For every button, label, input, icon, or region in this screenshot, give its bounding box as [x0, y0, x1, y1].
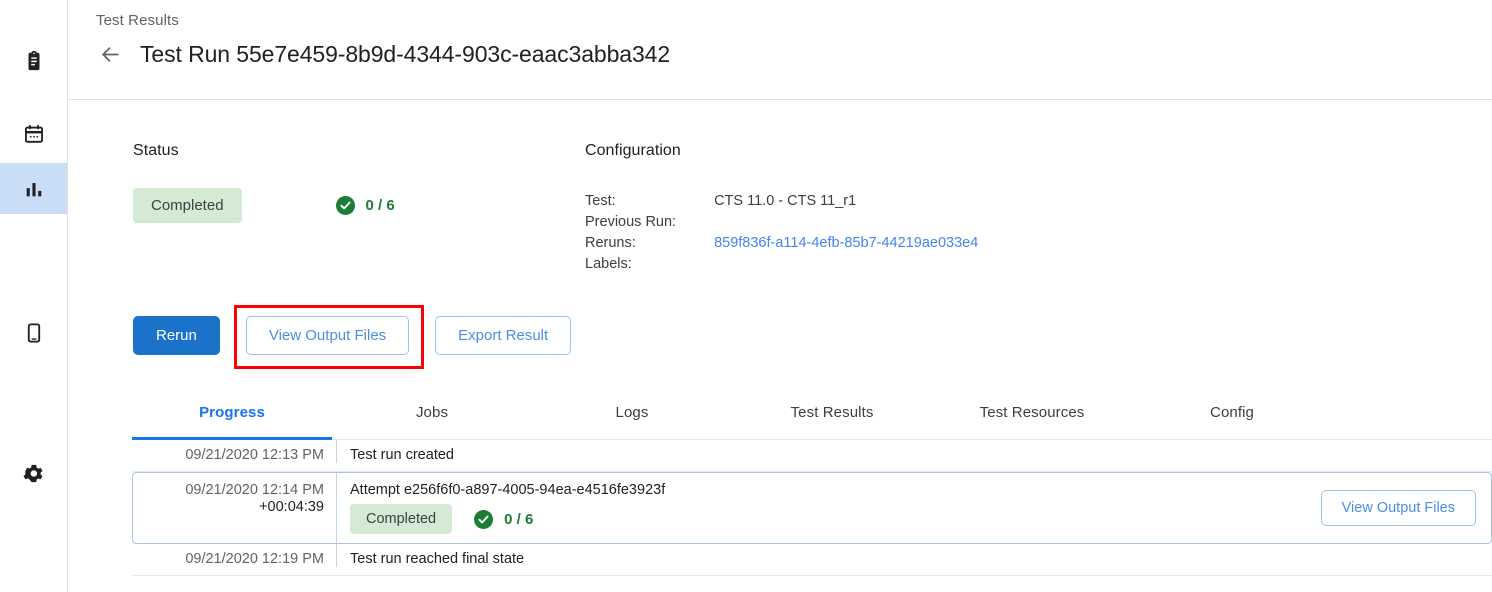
status-badge: Completed [133, 188, 242, 223]
status-count: 0 / 6 [366, 197, 395, 214]
status-count-group: 0 / 6 [336, 196, 395, 215]
config-row-previous-run: Previous Run: [585, 213, 978, 234]
export-result-button[interactable]: Export Result [435, 316, 571, 355]
status-heading: Status [133, 142, 179, 160]
attempt-status-row: Completed 0 / 6 [350, 504, 1321, 534]
sidebar-item-settings[interactable] [0, 448, 67, 499]
progress-timeline: 09/21/2020 12:13 PM Test run created 09/… [132, 440, 1492, 576]
configuration-heading: Configuration [585, 142, 681, 160]
tab-progress[interactable]: Progress [132, 396, 332, 440]
page-content: Status Completed 0 / 6 Configuration [68, 100, 1492, 592]
tab-logs[interactable]: Logs [532, 396, 732, 439]
bar-chart-icon [23, 178, 45, 200]
tab-test-results[interactable]: Test Results [732, 396, 932, 439]
config-value [714, 255, 978, 276]
breadcrumb[interactable]: Test Results [96, 12, 179, 29]
phone-icon [23, 322, 45, 344]
arrow-left-icon[interactable] [96, 40, 124, 68]
config-key: Labels: [585, 255, 714, 276]
timeline-date-value: 09/21/2020 12:14 PM [185, 482, 324, 498]
timeline-date: 09/21/2020 12:14 PM +00:04:39 [133, 473, 337, 543]
config-key: Reruns: [585, 234, 714, 255]
attempt-count-group: 0 / 6 [474, 510, 533, 529]
attempt-count: 0 / 6 [504, 511, 533, 528]
check-circle-icon [336, 196, 355, 215]
config-value-link-cell: 859f836f-a114-4efb-85b7-44219ae033e4 [714, 234, 978, 255]
page-header: Test Results Test Run 55e7e459-8b9d-4344… [68, 0, 1492, 100]
config-key: Test: [585, 192, 714, 213]
config-value [714, 213, 978, 234]
attempt-id-text: Attempt e256f6f0-a897-4005-94ea-e4516fe3… [350, 482, 1321, 498]
attempt-status-badge: Completed [350, 504, 452, 534]
sidebar-nav [0, 0, 68, 592]
timeline-action-cell: View Output Files [1321, 473, 1491, 543]
tab-config[interactable]: Config [1132, 396, 1332, 439]
configuration-table: Test: CTS 11.0 - CTS 11_r1 Previous Run:… [585, 192, 978, 276]
view-output-files-wrapper: View Output Files [246, 316, 409, 355]
config-row-reruns: Reruns: 859f836f-a114-4efb-85b7-44219ae0… [585, 234, 978, 255]
gear-icon [22, 462, 45, 485]
timeline-row[interactable]: 09/21/2020 12:19 PM Test run reached fin… [132, 544, 1492, 576]
sidebar-item-test-plans[interactable] [0, 108, 67, 159]
sidebar-item-devices[interactable] [0, 307, 67, 358]
timeline-duration: +00:04:39 [133, 499, 324, 515]
test-run-detail-page: Test Results Test Run 55e7e459-8b9d-4344… [0, 0, 1492, 592]
tab-jobs[interactable]: Jobs [332, 396, 532, 439]
attempt-view-output-files-button[interactable]: View Output Files [1321, 490, 1476, 527]
reruns-link[interactable]: 859f836f-a114-4efb-85b7-44219ae033e4 [714, 235, 978, 251]
config-row-labels: Labels: [585, 255, 978, 276]
calendar-icon [23, 123, 45, 145]
title-row: Test Run 55e7e459-8b9d-4344-903c-eaac3ab… [96, 40, 670, 68]
check-circle-icon [474, 510, 493, 529]
timeline-row[interactable]: 09/21/2020 12:13 PM Test run created [132, 440, 1492, 472]
timeline-row-expanded[interactable]: 09/21/2020 12:14 PM +00:04:39 Attempt e2… [132, 472, 1492, 544]
clipboard-icon [23, 50, 45, 72]
timeline-attempt-body: Attempt e256f6f0-a897-4005-94ea-e4516fe3… [337, 473, 1321, 543]
timeline-date: 09/21/2020 12:19 PM [132, 544, 337, 567]
view-output-files-button[interactable]: View Output Files [246, 316, 409, 355]
timeline-description: Test run created [337, 440, 454, 463]
config-key: Previous Run: [585, 213, 714, 234]
rerun-button[interactable]: Rerun [133, 316, 220, 355]
page-title: Test Run 55e7e459-8b9d-4344-903c-eaac3ab… [140, 41, 670, 68]
sidebar-item-test-runs[interactable] [0, 163, 67, 214]
status-row: Completed 0 / 6 [133, 188, 395, 223]
tab-test-resources[interactable]: Test Resources [932, 396, 1132, 439]
action-button-bar: Rerun View Output Files Export Result [133, 316, 571, 355]
sidebar-item-test-results[interactable] [0, 35, 67, 86]
config-row-test: Test: CTS 11.0 - CTS 11_r1 [585, 192, 978, 213]
timeline-description: Test run reached final state [337, 544, 524, 567]
tab-bar: Progress Jobs Logs Test Results Test Res… [132, 396, 1492, 440]
timeline-date: 09/21/2020 12:13 PM [132, 440, 337, 463]
config-value: CTS 11.0 - CTS 11_r1 [714, 192, 978, 213]
